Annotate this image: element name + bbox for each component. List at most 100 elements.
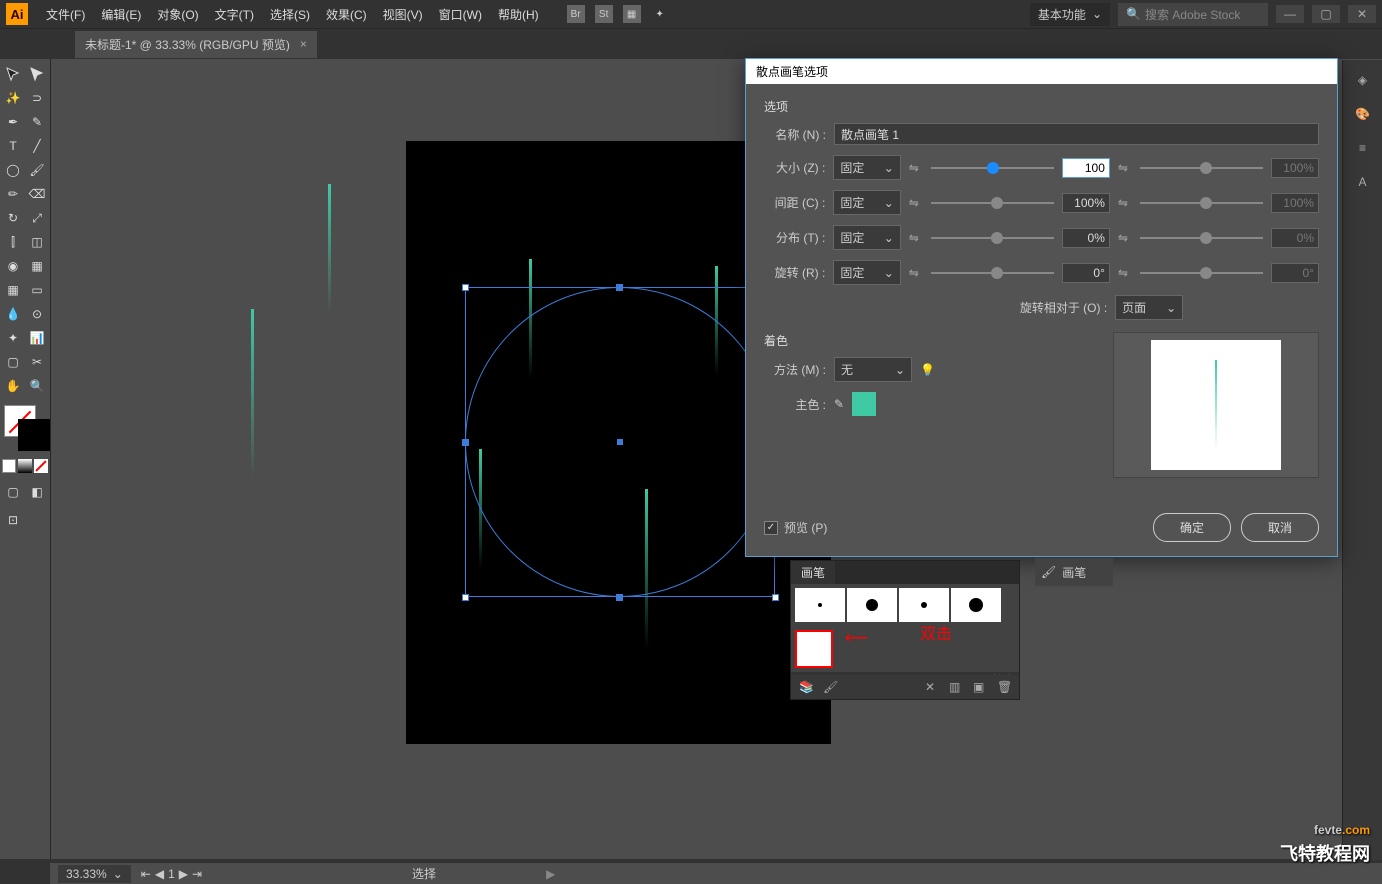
spacing-mode-select[interactable]: 固定⌄: [833, 190, 900, 215]
ok-button[interactable]: 确定: [1153, 513, 1231, 542]
flip-icon[interactable]: ⇋: [909, 231, 923, 245]
rotation-value-input[interactable]: 0°: [1062, 263, 1110, 283]
type-tool[interactable]: T: [2, 135, 24, 157]
stroke-swatch[interactable]: [18, 419, 50, 451]
zoom-dropdown[interactable]: 33.33%⌄: [58, 865, 131, 883]
preview-checkbox[interactable]: 预览 (P): [764, 519, 827, 536]
name-input[interactable]: [834, 123, 1319, 145]
paintbrush-tool[interactable]: 🖌: [26, 159, 48, 181]
shape-builder-tool[interactable]: ◉: [2, 255, 24, 277]
fill-stroke-indicator[interactable]: [2, 405, 48, 453]
direct-selection-tool[interactable]: [26, 63, 48, 85]
document-tab[interactable]: 未标题-1* @ 33.33% (RGB/GPU 预览) ×: [75, 31, 317, 58]
draw-normal[interactable]: ▢: [2, 481, 24, 503]
hand-tool[interactable]: ✋: [2, 375, 24, 397]
panel-icon[interactable]: A: [1349, 168, 1377, 196]
tab-close-icon[interactable]: ×: [300, 37, 307, 51]
screen-mode[interactable]: ⊡: [2, 509, 24, 531]
cancel-button[interactable]: 取消: [1241, 513, 1319, 542]
tip-icon[interactable]: 💡: [920, 363, 935, 377]
remove-stroke-icon[interactable]: ✕: [925, 680, 939, 694]
brush-swatch[interactable]: [899, 588, 949, 622]
window-minimize[interactable]: —: [1276, 5, 1304, 23]
rotate-tool[interactable]: ↻: [2, 207, 24, 229]
brush-swatch[interactable]: [847, 588, 897, 622]
brushes-tab[interactable]: 画笔: [791, 561, 835, 584]
eyedropper-tool[interactable]: 💧: [2, 303, 24, 325]
artboard-nav[interactable]: ⇤◀1▶⇥: [141, 867, 202, 881]
size-slider[interactable]: [931, 160, 1055, 176]
gradient-tool[interactable]: ▭: [26, 279, 48, 301]
gpu-icon[interactable]: ✦: [651, 5, 669, 23]
scatter-value-input[interactable]: 0%: [1062, 228, 1110, 248]
scroll-right-icon[interactable]: ▶: [546, 867, 555, 881]
arrange-icon[interactable]: ▦: [623, 5, 641, 23]
window-maximize[interactable]: ▢: [1312, 5, 1340, 23]
eyedropper-icon[interactable]: ✎: [834, 397, 844, 411]
flip-icon[interactable]: ⇋: [1118, 196, 1132, 210]
rotation-slider[interactable]: [931, 265, 1055, 281]
delete-brush-icon[interactable]: 🗑: [997, 680, 1011, 694]
color-gradient[interactable]: [18, 459, 32, 473]
options-icon[interactable]: ▥: [949, 680, 963, 694]
free-transform-tool[interactable]: ◫: [26, 231, 48, 253]
pencil-tool[interactable]: ✏: [2, 183, 24, 205]
curvature-tool[interactable]: ✎: [26, 111, 48, 133]
workspace-dropdown[interactable]: 基本功能⌄: [1030, 3, 1110, 26]
zoom-tool[interactable]: 🔍: [26, 375, 48, 397]
flip-icon[interactable]: ⇋: [1118, 231, 1132, 245]
method-select[interactable]: 无⌄: [834, 357, 912, 382]
pen-tool[interactable]: ✒: [2, 111, 24, 133]
flip-icon[interactable]: ⇋: [1118, 266, 1132, 280]
scale-tool[interactable]: ⤢: [26, 207, 48, 229]
draw-behind[interactable]: ◧: [26, 481, 48, 503]
rotation-mode-select[interactable]: 固定⌄: [833, 260, 900, 285]
flip-icon[interactable]: ⇋: [909, 161, 923, 175]
bridge-icon[interactable]: Br: [567, 5, 585, 23]
line-tool[interactable]: ╱: [26, 135, 48, 157]
menu-text[interactable]: 文字(T): [207, 6, 262, 23]
menu-file[interactable]: 文件(F): [38, 6, 93, 23]
menu-view[interactable]: 视图(V): [375, 6, 431, 23]
panel-icon[interactable]: 🎨: [1349, 100, 1377, 128]
scatter-slider[interactable]: [931, 230, 1055, 246]
menu-window[interactable]: 窗口(W): [431, 6, 490, 23]
brush-libraries-icon[interactable]: 🖌: [823, 680, 837, 694]
brushes-panel-collapsed[interactable]: 🖌画笔: [1035, 558, 1113, 586]
flip-icon[interactable]: ⇋: [909, 266, 923, 280]
magic-wand-tool[interactable]: ✨: [2, 87, 24, 109]
color-white[interactable]: [2, 459, 16, 473]
size-mode-select[interactable]: 固定⌄: [833, 155, 900, 180]
brush-swatch[interactable]: [795, 588, 845, 622]
symbol-sprayer-tool[interactable]: ✦: [2, 327, 24, 349]
ellipse-tool[interactable]: ◯: [2, 159, 24, 181]
flip-icon[interactable]: ⇋: [909, 196, 923, 210]
search-input[interactable]: 🔍搜索 Adobe Stock: [1118, 3, 1268, 26]
width-tool[interactable]: ⫿: [2, 231, 24, 253]
mesh-tool[interactable]: ▦: [2, 279, 24, 301]
size-value-input[interactable]: 100: [1062, 158, 1110, 178]
library-icon[interactable]: 📚: [799, 680, 813, 694]
perspective-tool[interactable]: ▦: [26, 255, 48, 277]
graph-tool[interactable]: 📊: [26, 327, 48, 349]
menu-help[interactable]: 帮助(H): [490, 6, 547, 23]
panel-icon[interactable]: ≡: [1349, 134, 1377, 162]
scatter-mode-select[interactable]: 固定⌄: [833, 225, 900, 250]
window-close[interactable]: ✕: [1348, 5, 1376, 23]
eraser-tool[interactable]: ⌫: [26, 183, 48, 205]
spacing-slider[interactable]: [931, 195, 1055, 211]
color-none[interactable]: [34, 459, 48, 473]
rotate-relative-select[interactable]: 页面⌄: [1115, 295, 1183, 320]
stock-icon[interactable]: St: [595, 5, 613, 23]
keycolor-swatch[interactable]: [852, 392, 876, 416]
artboard-tool[interactable]: ▢: [2, 351, 24, 373]
menu-select[interactable]: 选择(S): [262, 6, 318, 23]
lasso-tool[interactable]: ⊃: [26, 87, 48, 109]
panel-icon[interactable]: ◈: [1349, 66, 1377, 94]
slice-tool[interactable]: ✂: [26, 351, 48, 373]
flip-icon[interactable]: ⇋: [1118, 161, 1132, 175]
selection-tool[interactable]: [2, 63, 24, 85]
menu-edit[interactable]: 编辑(E): [93, 6, 149, 23]
menu-effect[interactable]: 效果(C): [318, 6, 375, 23]
new-brush-icon[interactable]: ▣: [973, 680, 987, 694]
